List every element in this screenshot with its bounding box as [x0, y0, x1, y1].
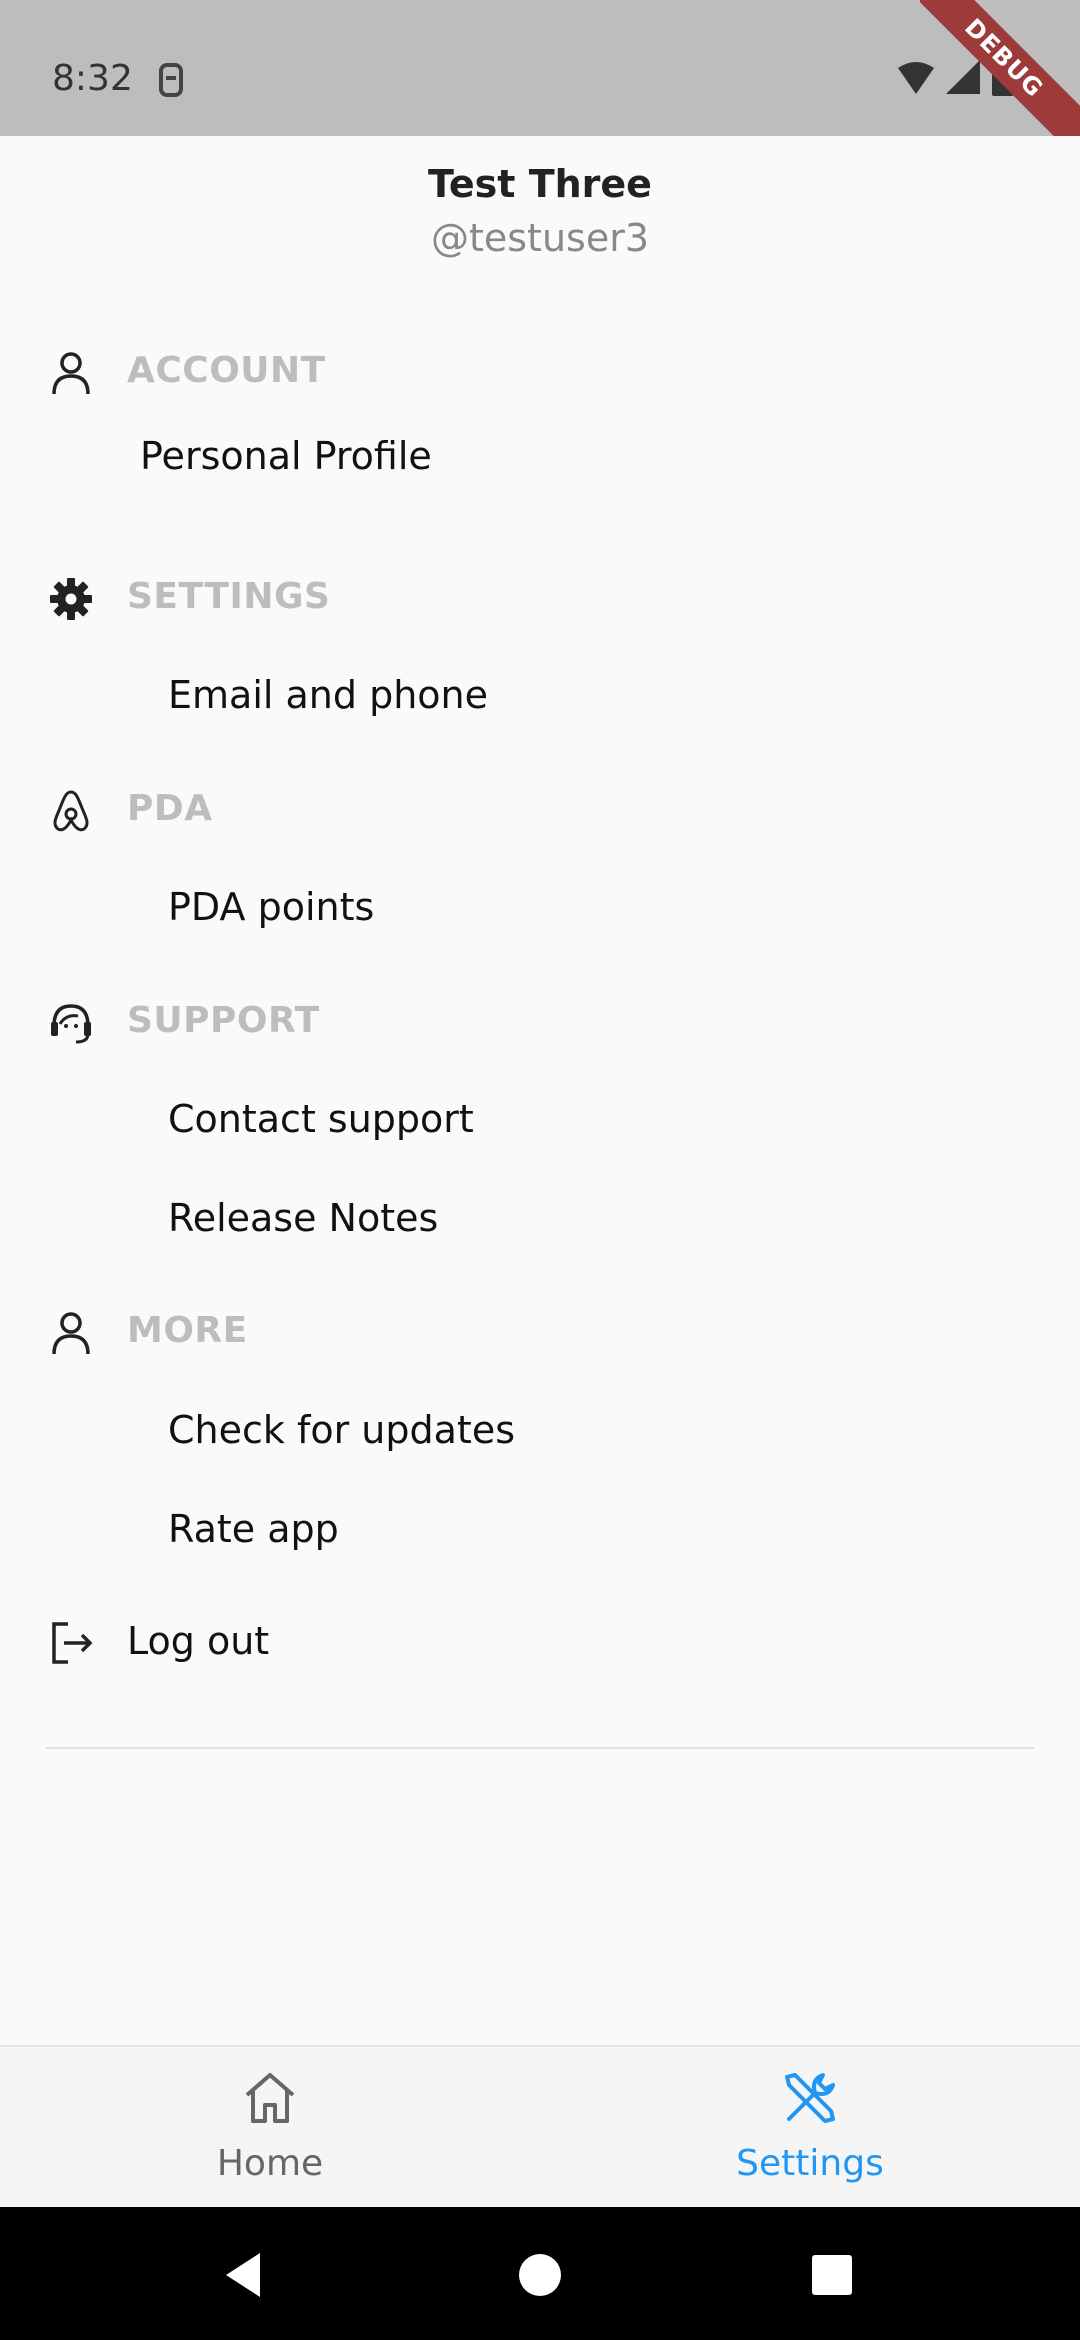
- section-title-account: ACCOUNT: [127, 350, 326, 391]
- gear-icon: [50, 578, 92, 620]
- signal-icon: [946, 60, 980, 94]
- logout-icon[interactable]: [48, 1620, 94, 1666]
- menu-item-check-for-updates[interactable]: Check for updates: [168, 1408, 515, 1452]
- menu-item-pda-points[interactable]: PDA points: [168, 885, 374, 929]
- profile-name: Test Three: [428, 162, 652, 206]
- home-icon: [245, 2073, 295, 2123]
- person-icon: [52, 352, 90, 395]
- profile-header: Test Three @testuser3: [0, 136, 1080, 290]
- menu-item-email-and-phone[interactable]: Email and phone: [168, 673, 488, 717]
- nav-tab-home[interactable]: Home: [0, 2047, 540, 2209]
- wifi-icon: [898, 62, 934, 94]
- home-circle-icon[interactable]: [510, 2245, 570, 2305]
- section-title-pda: PDA: [127, 788, 213, 829]
- status-time: 8:32: [52, 58, 133, 99]
- menu-item-contact-support[interactable]: Contact support: [168, 1097, 474, 1141]
- person-icon: [52, 1312, 90, 1355]
- battery-icon: [992, 64, 1014, 96]
- section-title-support: SUPPORT: [127, 1000, 320, 1041]
- nav-label-settings: Settings: [736, 2143, 884, 2184]
- logout-button[interactable]: Log out: [127, 1619, 269, 1663]
- section-title-settings: SETTINGS: [127, 576, 331, 617]
- support-agent-icon: [51, 1004, 91, 1044]
- menu-item-personal-profile[interactable]: Personal Profile: [140, 434, 432, 478]
- nav-label-home: Home: [216, 2143, 324, 2184]
- sim-icon: [159, 63, 183, 97]
- airbnb-logo-icon: [53, 790, 89, 832]
- nav-tab-settings[interactable]: Settings: [540, 2047, 1080, 2209]
- status-bar: 8:32: [0, 0, 1080, 136]
- bottom-nav: Home Settings: [0, 2045, 1080, 2207]
- menu-item-release-notes[interactable]: Release Notes: [168, 1196, 438, 1240]
- menu-item-rate-app[interactable]: Rate app: [168, 1507, 339, 1551]
- system-nav-bar: [0, 2207, 1080, 2340]
- recents-icon[interactable]: [802, 2245, 862, 2305]
- status-icons: [898, 60, 1014, 96]
- divider: [45, 1747, 1035, 1749]
- section-title-more: MORE: [127, 1310, 248, 1351]
- profile-handle: @testuser3: [430, 216, 650, 260]
- tools-icon: [785, 2073, 835, 2123]
- back-icon[interactable]: [214, 2245, 274, 2305]
